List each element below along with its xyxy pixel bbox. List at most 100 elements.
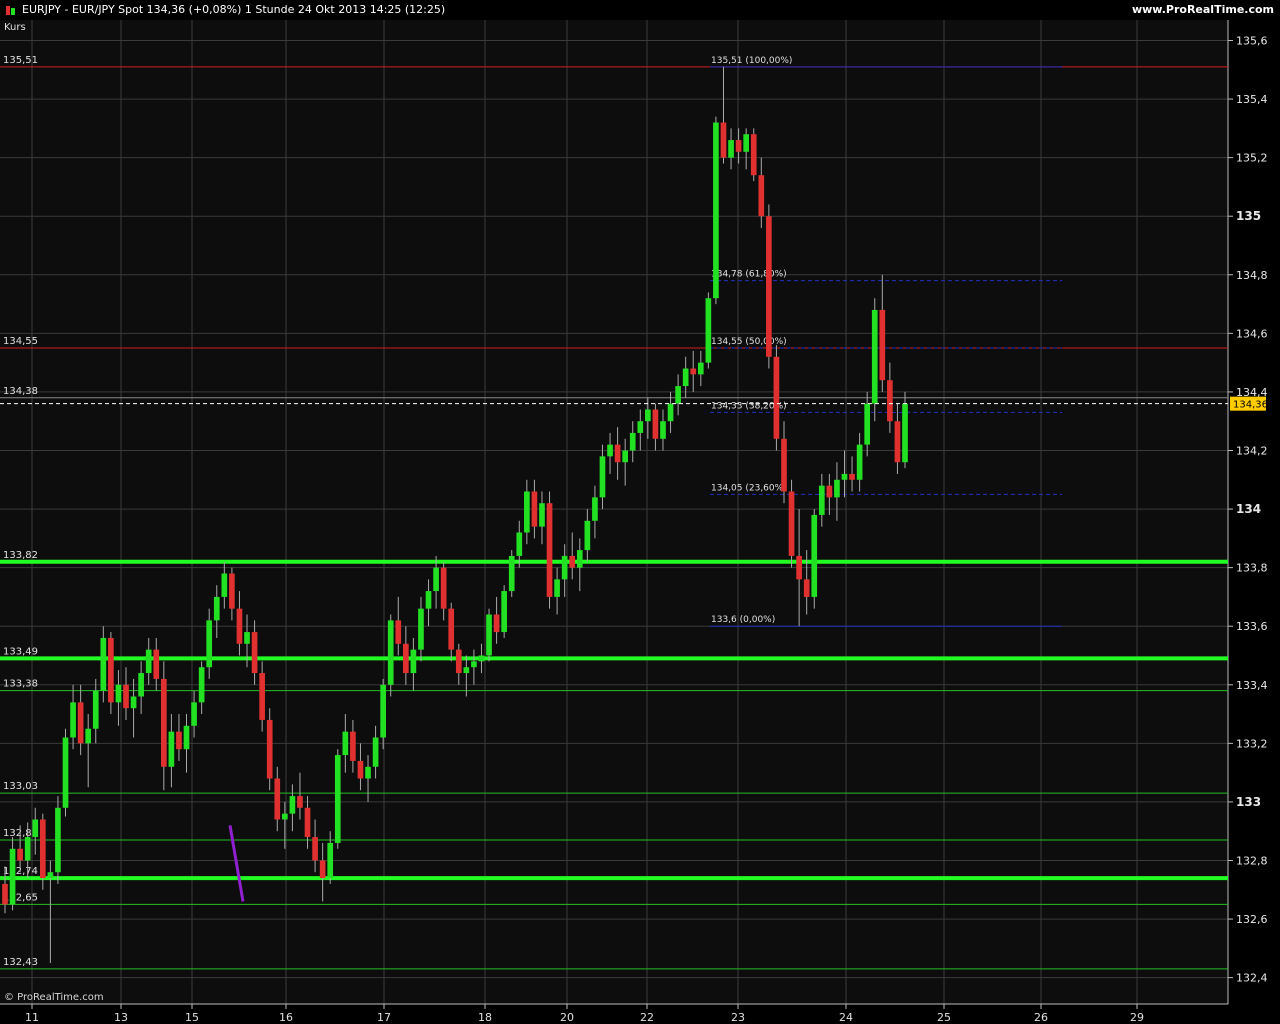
candle-body[interactable] [138, 673, 144, 697]
candle-body[interactable] [387, 620, 394, 685]
candle-body[interactable] [690, 368, 697, 375]
candle-body[interactable] [9, 848, 16, 905]
candle-body[interactable] [758, 175, 765, 217]
candle-body[interactable] [17, 848, 23, 861]
candle-body[interactable] [629, 432, 636, 451]
site-link[interactable]: www.ProRealTime.com [1132, 0, 1274, 20]
candle-body[interactable] [259, 673, 265, 720]
candle-body[interactable] [743, 134, 750, 152]
candle-body[interactable] [660, 421, 666, 439]
candle-body[interactable] [229, 573, 235, 609]
candle-body[interactable] [357, 760, 364, 779]
candle-body[interactable] [592, 497, 598, 521]
candle-body[interactable] [871, 309, 878, 404]
candle-body[interactable] [372, 737, 379, 767]
candle-body[interactable] [486, 614, 492, 656]
candle-body[interactable] [766, 216, 772, 357]
candle-body[interactable] [395, 620, 402, 644]
candle-body[interactable] [524, 491, 530, 533]
candle-body[interactable] [55, 807, 61, 873]
candle-body[interactable] [894, 421, 901, 463]
candle-body[interactable] [304, 807, 311, 838]
candle-body[interactable] [236, 608, 243, 644]
candle-body[interactable] [198, 667, 205, 703]
candle-body[interactable] [183, 725, 190, 750]
candle-body[interactable] [281, 813, 288, 820]
candle-body[interactable] [796, 555, 802, 580]
candle-body[interactable] [2, 883, 8, 905]
candle-body[interactable] [39, 819, 46, 879]
candle-body[interactable] [463, 667, 470, 674]
candle-body[interactable] [327, 842, 334, 879]
candle-body[interactable] [289, 796, 296, 814]
candle-body[interactable] [191, 702, 197, 726]
candle-body[interactable] [614, 444, 621, 463]
candle-body[interactable] [77, 702, 84, 744]
candle-body[interactable] [350, 731, 356, 761]
candle-body[interactable] [32, 819, 39, 838]
candle-body[interactable] [902, 403, 908, 463]
candle-body[interactable] [501, 591, 507, 633]
candle-body[interactable] [856, 444, 863, 480]
price-chart[interactable]: 11 13 15 16 17 18 20 22 23 24 25 26 29 132,4 132,6 132,… [0, 20, 1280, 1024]
candle-body[interactable] [652, 409, 659, 439]
candle-body[interactable] [493, 614, 500, 633]
candle-body[interactable] [607, 444, 613, 457]
candle-body[interactable] [221, 573, 228, 597]
candle-body[interactable] [176, 731, 182, 750]
candle-body[interactable] [561, 555, 568, 580]
candle-body[interactable] [811, 514, 818, 597]
candle-body[interactable] [584, 520, 591, 551]
candle-body[interactable] [781, 438, 787, 492]
candle-body[interactable] [682, 368, 689, 387]
candle-body[interactable] [100, 637, 107, 691]
candle-body[interactable] [433, 567, 439, 592]
candle-body[interactable] [24, 837, 31, 861]
candle-body[interactable] [576, 550, 583, 568]
candle-body[interactable] [425, 591, 432, 609]
candle-body[interactable] [123, 684, 129, 709]
candle-body[interactable] [667, 403, 674, 422]
candle-body[interactable] [713, 122, 719, 299]
candle-body[interactable] [622, 450, 629, 463]
candle-body[interactable] [841, 473, 848, 480]
candle-body[interactable] [773, 356, 780, 439]
candle-body[interactable] [47, 872, 54, 879]
candle-body[interactable] [206, 620, 213, 668]
candle-body[interactable] [697, 362, 704, 375]
candle-body[interactable] [168, 731, 175, 767]
candle-body[interactable] [887, 380, 893, 422]
candle-body[interactable] [554, 579, 560, 597]
candle-body[interactable] [516, 532, 523, 556]
candle-body[interactable] [826, 485, 833, 498]
candle-body[interactable] [705, 298, 712, 363]
candle-body[interactable] [834, 479, 840, 498]
candle-body[interactable] [720, 122, 727, 158]
candle-body[interactable] [334, 755, 341, 843]
plot-area[interactable] [0, 20, 1228, 1004]
candle-body[interactable] [645, 409, 651, 422]
candle-body[interactable] [319, 860, 326, 879]
candle-body[interactable] [818, 485, 825, 515]
candle-body[interactable] [160, 678, 167, 767]
candle-body[interactable] [508, 555, 515, 592]
candle-body[interactable] [251, 632, 258, 674]
candle-body[interactable] [455, 649, 462, 674]
candle-body[interactable] [637, 421, 644, 433]
candle-body[interactable] [108, 637, 114, 703]
candle-body[interactable] [85, 728, 92, 744]
candle-body[interactable] [145, 649, 152, 674]
candle-body[interactable] [297, 796, 303, 808]
candle-body[interactable] [244, 632, 250, 644]
candle-body[interactable] [418, 608, 424, 650]
candle-body[interactable] [879, 309, 886, 381]
candle-body[interactable] [531, 491, 538, 527]
candle-body[interactable] [266, 719, 273, 779]
candle-body[interactable] [735, 140, 742, 152]
candle-body[interactable] [546, 503, 553, 597]
candle-body[interactable] [312, 837, 318, 861]
candle-body[interactable] [803, 579, 810, 597]
candle-body[interactable] [569, 555, 576, 568]
candle-body[interactable] [675, 386, 681, 404]
candle-body[interactable] [728, 140, 734, 158]
